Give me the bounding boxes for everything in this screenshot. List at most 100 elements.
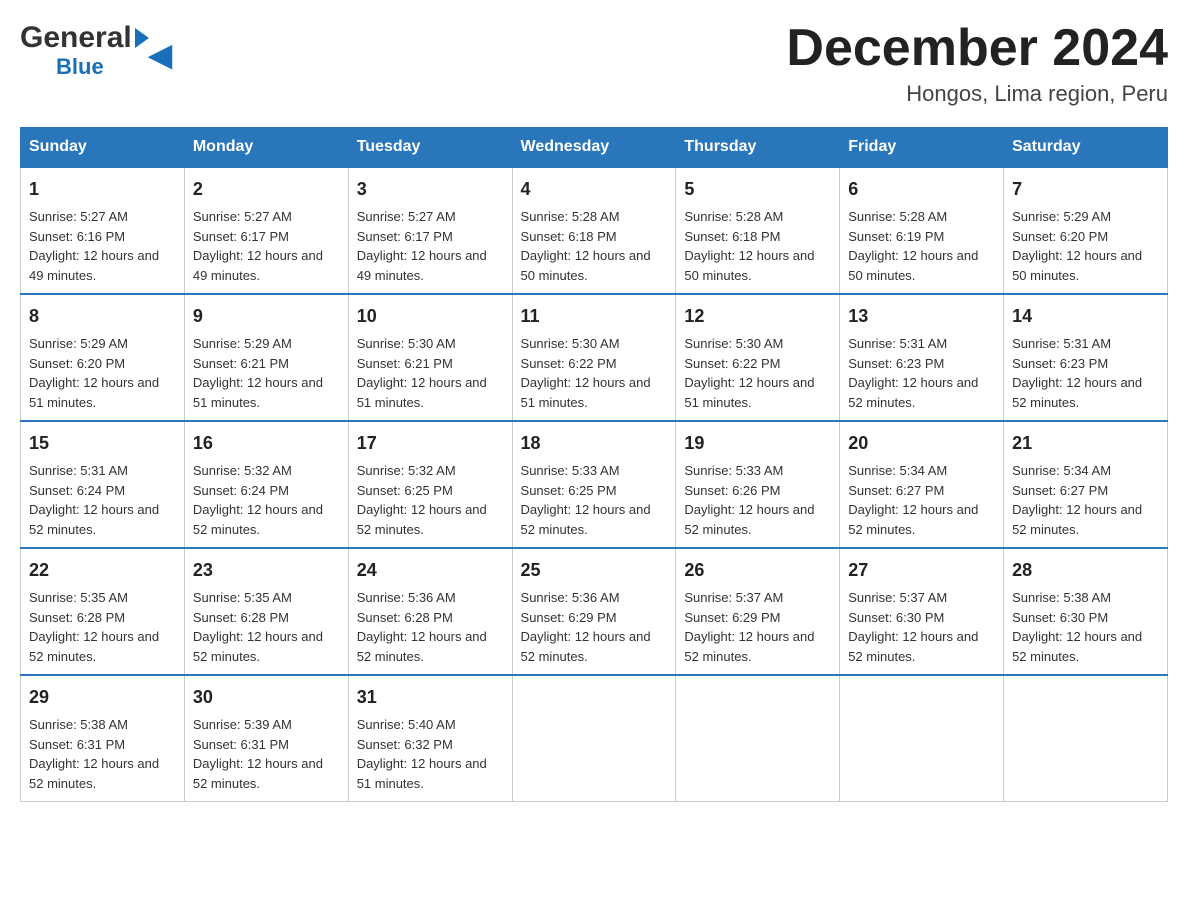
day-number: 24 <box>357 557 504 584</box>
calendar-cell: 2Sunrise: 5:27 AMSunset: 6:17 PMDaylight… <box>184 167 348 294</box>
day-number: 31 <box>357 684 504 711</box>
week-row-5: 29Sunrise: 5:38 AMSunset: 6:31 PMDayligh… <box>21 675 1168 802</box>
day-number: 25 <box>521 557 668 584</box>
column-header-thursday: Thursday <box>676 128 840 168</box>
day-number: 8 <box>29 303 176 330</box>
calendar-cell <box>512 675 676 802</box>
daylight-text: Daylight: 12 hours and 51 minutes. <box>29 373 176 412</box>
day-number: 4 <box>521 176 668 203</box>
calendar-title: December 2024 <box>786 20 1168 77</box>
calendar-cell: 25Sunrise: 5:36 AMSunset: 6:29 PMDayligh… <box>512 548 676 675</box>
sunset-text: Sunset: 6:21 PM <box>357 354 504 374</box>
sunrise-text: Sunrise: 5:31 AM <box>29 461 176 481</box>
daylight-text: Daylight: 12 hours and 51 minutes. <box>357 373 504 412</box>
sunset-text: Sunset: 6:16 PM <box>29 227 176 247</box>
sunrise-text: Sunrise: 5:35 AM <box>193 588 340 608</box>
sunset-text: Sunset: 6:30 PM <box>1012 608 1159 628</box>
sunset-text: Sunset: 6:27 PM <box>848 481 995 501</box>
sunset-text: Sunset: 6:32 PM <box>357 735 504 755</box>
calendar-cell: 22Sunrise: 5:35 AMSunset: 6:28 PMDayligh… <box>21 548 185 675</box>
sunrise-text: Sunrise: 5:30 AM <box>521 334 668 354</box>
sunset-text: Sunset: 6:20 PM <box>1012 227 1159 247</box>
day-number: 2 <box>193 176 340 203</box>
calendar-cell: 10Sunrise: 5:30 AMSunset: 6:21 PMDayligh… <box>348 294 512 421</box>
day-number: 27 <box>848 557 995 584</box>
logo: General◀ Blue <box>20 20 149 78</box>
column-header-wednesday: Wednesday <box>512 128 676 168</box>
day-number: 9 <box>193 303 340 330</box>
week-row-2: 8Sunrise: 5:29 AMSunset: 6:20 PMDaylight… <box>21 294 1168 421</box>
day-number: 5 <box>684 176 831 203</box>
column-header-sunday: Sunday <box>21 128 185 168</box>
sunset-text: Sunset: 6:29 PM <box>684 608 831 628</box>
calendar-table: SundayMondayTuesdayWednesdayThursdayFrid… <box>20 127 1168 802</box>
calendar-cell: 31Sunrise: 5:40 AMSunset: 6:32 PMDayligh… <box>348 675 512 802</box>
daylight-text: Daylight: 12 hours and 52 minutes. <box>29 627 176 666</box>
logo-blue-text: Blue <box>56 56 104 78</box>
daylight-text: Daylight: 12 hours and 52 minutes. <box>193 500 340 539</box>
day-number: 23 <box>193 557 340 584</box>
sunset-text: Sunset: 6:22 PM <box>684 354 831 374</box>
sunrise-text: Sunrise: 5:28 AM <box>848 207 995 227</box>
daylight-text: Daylight: 12 hours and 52 minutes. <box>1012 627 1159 666</box>
sunrise-text: Sunrise: 5:35 AM <box>29 588 176 608</box>
sunset-text: Sunset: 6:19 PM <box>848 227 995 247</box>
sunrise-text: Sunrise: 5:36 AM <box>521 588 668 608</box>
daylight-text: Daylight: 12 hours and 50 minutes. <box>1012 246 1159 285</box>
daylight-text: Daylight: 12 hours and 49 minutes. <box>29 246 176 285</box>
calendar-cell: 16Sunrise: 5:32 AMSunset: 6:24 PMDayligh… <box>184 421 348 548</box>
daylight-text: Daylight: 12 hours and 50 minutes. <box>848 246 995 285</box>
day-number: 15 <box>29 430 176 457</box>
daylight-text: Daylight: 12 hours and 52 minutes. <box>29 754 176 793</box>
sunset-text: Sunset: 6:23 PM <box>848 354 995 374</box>
day-number: 12 <box>684 303 831 330</box>
logo-triangle-icon: ◀ <box>135 28 149 48</box>
sunrise-text: Sunrise: 5:31 AM <box>1012 334 1159 354</box>
column-header-friday: Friday <box>840 128 1004 168</box>
sunrise-text: Sunrise: 5:38 AM <box>29 715 176 735</box>
column-header-saturday: Saturday <box>1004 128 1168 168</box>
week-row-4: 22Sunrise: 5:35 AMSunset: 6:28 PMDayligh… <box>21 548 1168 675</box>
day-number: 6 <box>848 176 995 203</box>
daylight-text: Daylight: 12 hours and 52 minutes. <box>848 500 995 539</box>
column-header-monday: Monday <box>184 128 348 168</box>
column-header-tuesday: Tuesday <box>348 128 512 168</box>
sunrise-text: Sunrise: 5:39 AM <box>193 715 340 735</box>
calendar-cell: 21Sunrise: 5:34 AMSunset: 6:27 PMDayligh… <box>1004 421 1168 548</box>
sunset-text: Sunset: 6:18 PM <box>521 227 668 247</box>
sunset-text: Sunset: 6:27 PM <box>1012 481 1159 501</box>
daylight-text: Daylight: 12 hours and 52 minutes. <box>193 754 340 793</box>
week-row-1: 1Sunrise: 5:27 AMSunset: 6:16 PMDaylight… <box>21 167 1168 294</box>
calendar-cell: 27Sunrise: 5:37 AMSunset: 6:30 PMDayligh… <box>840 548 1004 675</box>
sunset-text: Sunset: 6:25 PM <box>357 481 504 501</box>
sunset-text: Sunset: 6:31 PM <box>29 735 176 755</box>
day-number: 28 <box>1012 557 1159 584</box>
sunrise-text: Sunrise: 5:34 AM <box>1012 461 1159 481</box>
day-number: 29 <box>29 684 176 711</box>
calendar-cell: 29 Sunrise: 5:38 AMSunset: 6:31 PMDayligh… <box>21 675 185 802</box>
calendar-cell: 14Sunrise: 5:31 AMSunset: 6:23 PMDayligh… <box>1004 294 1168 421</box>
daylight-text: Daylight: 12 hours and 52 minutes. <box>357 627 504 666</box>
daylight-text: Daylight: 12 hours and 51 minutes. <box>193 373 340 412</box>
sunrise-text: Sunrise: 5:38 AM <box>1012 588 1159 608</box>
day-number: 18 <box>521 430 668 457</box>
sunrise-text: Sunrise: 5:27 AM <box>357 207 504 227</box>
calendar-cell: 15Sunrise: 5:31 AMSunset: 6:24 PMDayligh… <box>21 421 185 548</box>
sunrise-text: Sunrise: 5:29 AM <box>193 334 340 354</box>
sunrise-text: Sunrise: 5:33 AM <box>521 461 668 481</box>
sunset-text: Sunset: 6:31 PM <box>193 735 340 755</box>
calendar-cell: 6 Sunrise: 5:28 AMSunset: 6:19 PMDaylight… <box>840 167 1004 294</box>
sunset-text: Sunset: 6:26 PM <box>684 481 831 501</box>
day-number: 3 <box>357 176 504 203</box>
calendar-cell: 7Sunrise: 5:29 AMSunset: 6:20 PMDaylight… <box>1004 167 1168 294</box>
day-number: 10 <box>357 303 504 330</box>
daylight-text: Daylight: 12 hours and 52 minutes. <box>357 500 504 539</box>
sunrise-text: Sunrise: 5:29 AM <box>1012 207 1159 227</box>
day-number: 26 <box>684 557 831 584</box>
calendar-cell: 24Sunrise: 5:36 AMSunset: 6:28 PMDayligh… <box>348 548 512 675</box>
sunrise-text: Sunrise: 5:36 AM <box>357 588 504 608</box>
sunrise-text: Sunrise: 5:32 AM <box>357 461 504 481</box>
calendar-cell: 1Sunrise: 5:27 AMSunset: 6:16 PMDaylight… <box>21 167 185 294</box>
sunrise-text: Sunrise: 5:31 AM <box>848 334 995 354</box>
day-number: 22 <box>29 557 176 584</box>
